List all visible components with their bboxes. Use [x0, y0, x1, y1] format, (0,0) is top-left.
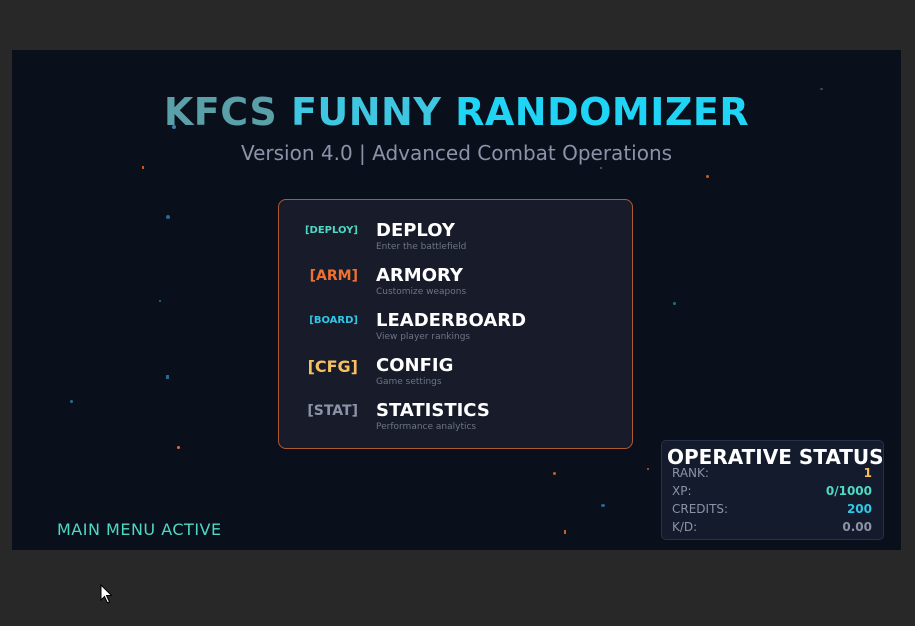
- title-part-3: RANDOMIZER: [455, 90, 750, 134]
- menu-tag-statistics: [STAT]: [307, 403, 358, 419]
- particle: [706, 175, 709, 178]
- title-part-1: KFCS: [163, 90, 291, 134]
- game-viewport: KFCS FUNNY RANDOMIZER Version 4.0 | Adva…: [12, 50, 901, 550]
- particle: [166, 375, 169, 379]
- menu-item-statistics[interactable]: [STAT] STATISTICS Performance analytics: [279, 393, 632, 438]
- menu-tag-leaderboard: [BOARD]: [309, 315, 358, 326]
- menu-tag-armory: [ARM]: [309, 268, 358, 284]
- menu-desc-statistics: Performance analytics: [376, 422, 477, 432]
- stat-label: K/D:: [672, 520, 698, 534]
- main-menu: [DEPLOY] DEPLOY Enter the battlefield [A…: [278, 199, 633, 449]
- particle: [70, 400, 73, 403]
- stat-value-kd: 0.00: [842, 520, 872, 534]
- menu-desc-leaderboard: View player rankings: [376, 332, 471, 342]
- menu-status-text: MAIN MENU ACTIVE: [57, 520, 222, 539]
- game-subtitle: Version 4.0 | Advanced Combat Operations: [240, 141, 673, 165]
- stat-label: CREDITS:: [672, 502, 729, 516]
- menu-item-armory[interactable]: [ARM] ARMORY Customize weapons: [279, 258, 632, 303]
- menu-label-deploy: DEPLOY: [376, 220, 455, 241]
- menu-label-leaderboard: LEADERBOARD: [376, 310, 527, 331]
- title-part-2: FUNNY: [290, 90, 456, 134]
- menu-label-config: CONFIG: [376, 355, 454, 376]
- stat-row-xp: XP: 0/1000: [672, 484, 872, 500]
- stat-label: XP:: [672, 484, 692, 498]
- game-title: KFCS FUNNY RANDOMIZER: [12, 90, 901, 134]
- particle: [673, 302, 676, 305]
- menu-desc-armory: Customize weapons: [376, 287, 467, 297]
- operative-status-panel: OPERATIVE STATUS RANK: 1 XP: 0/1000 CRED…: [661, 440, 884, 540]
- menu-desc-deploy: Enter the battlefield: [376, 242, 467, 252]
- stat-row-rank: RANK: 1: [672, 466, 872, 482]
- stat-row-kd: K/D: 0.00: [672, 520, 872, 536]
- particle: [601, 504, 605, 507]
- stat-row-credits: CREDITS: 200: [672, 502, 872, 518]
- menu-label-armory: ARMORY: [376, 265, 463, 286]
- menu-item-leaderboard[interactable]: [BOARD] LEADERBOARD View player rankings: [279, 303, 632, 348]
- particle: [142, 166, 144, 169]
- stat-value-credits: 200: [846, 502, 872, 516]
- stat-label: RANK:: [672, 466, 709, 480]
- particle: [564, 530, 566, 534]
- stat-value-rank: 1: [863, 466, 872, 480]
- particle: [166, 215, 170, 219]
- particle: [647, 468, 649, 470]
- stat-value-xp: 0/1000: [825, 484, 872, 498]
- menu-desc-config: Game settings: [376, 377, 442, 387]
- menu-item-deploy[interactable]: [DEPLOY] DEPLOY Enter the battlefield: [279, 213, 632, 258]
- menu-tag-deploy: [DEPLOY]: [304, 225, 358, 236]
- particle: [600, 167, 602, 169]
- particle: [553, 472, 556, 475]
- menu-item-config[interactable]: [CFG] CONFIG Game settings: [279, 348, 632, 393]
- mouse-pointer-icon: [100, 583, 114, 608]
- menu-label-statistics: STATISTICS: [376, 400, 490, 421]
- particle: [159, 300, 161, 302]
- menu-tag-config: [CFG]: [307, 357, 358, 376]
- particle: [177, 446, 180, 449]
